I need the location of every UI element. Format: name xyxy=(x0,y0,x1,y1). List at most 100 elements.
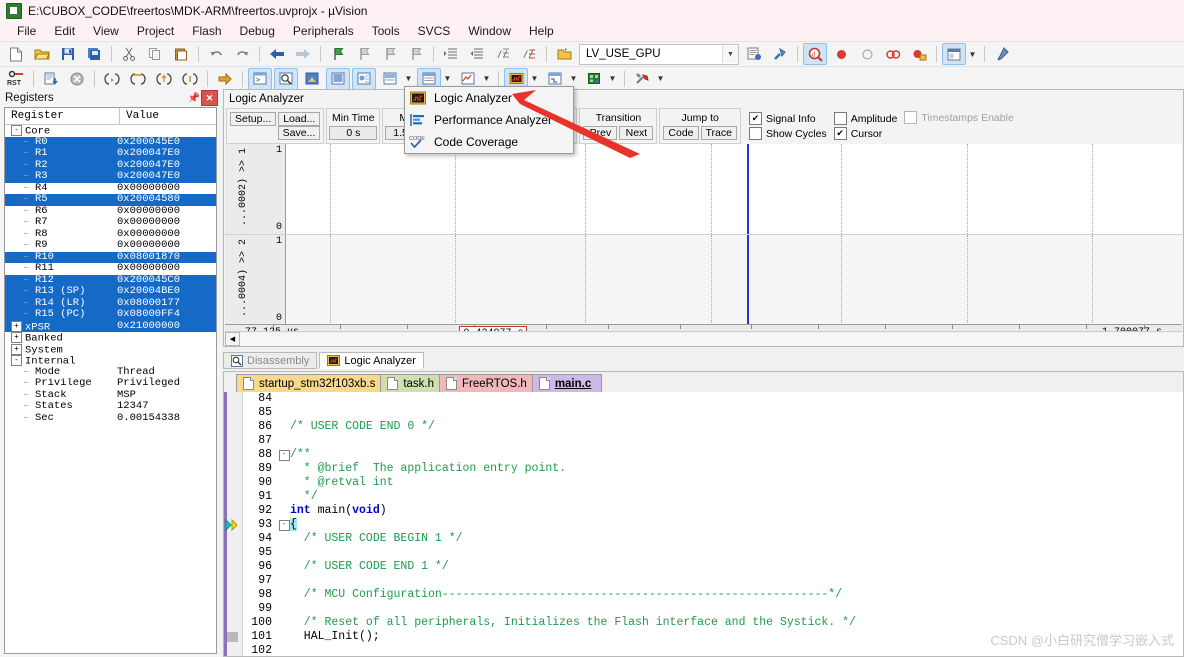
menu-item-help[interactable]: Help xyxy=(520,22,563,40)
stop-icon[interactable] xyxy=(65,68,89,90)
menu-item-window[interactable]: Window xyxy=(459,22,520,40)
menu-item-file[interactable]: File xyxy=(8,22,45,40)
save-button[interactable]: Save... xyxy=(277,126,321,140)
collapse-toggle-icon[interactable]: - xyxy=(11,125,22,136)
code-line[interactable]: 90 * @retval int xyxy=(224,476,1183,490)
register-row[interactable]: - Internal xyxy=(5,355,216,367)
chevron-down-icon[interactable]: ▼ xyxy=(722,45,738,63)
register-row[interactable]: – R5 0x20004580 xyxy=(5,193,216,206)
line-marker[interactable] xyxy=(224,616,242,630)
new-file-icon[interactable] xyxy=(4,43,28,65)
checkbox-show-cycles[interactable]: Show Cycles xyxy=(748,126,827,141)
line-marker[interactable] xyxy=(224,560,242,574)
code-line[interactable]: 85 xyxy=(224,406,1183,420)
undo-icon[interactable] xyxy=(204,43,228,65)
file-tab[interactable]: task.h xyxy=(380,374,446,392)
register-row[interactable]: – States 12347 xyxy=(5,400,216,413)
breakpoint-kill-all-icon[interactable] xyxy=(881,43,905,65)
configuration-wizard-icon[interactable] xyxy=(990,43,1014,65)
comment-icon[interactable]: // xyxy=(491,43,515,65)
code-line[interactable]: 94 /* USER CODE BEGIN 1 */ xyxy=(224,532,1183,546)
navigate-forward-icon[interactable] xyxy=(291,43,315,65)
close-icon[interactable]: ✕ xyxy=(201,90,218,106)
code-line[interactable]: 98 /* MCU Configuration-----------------… xyxy=(224,588,1183,602)
menu-item-performance-analyzer[interactable]: Performance Analyzer xyxy=(405,109,573,131)
register-row[interactable]: – R1 0x200047E0 xyxy=(5,147,216,160)
line-marker[interactable] xyxy=(224,392,242,406)
register-row[interactable]: – R7 0x00000000 xyxy=(5,216,216,229)
menu-item-logic-analyzer[interactable]: Logic Analyzer xyxy=(405,87,573,109)
disassembly-window-icon[interactable] xyxy=(274,67,298,90)
register-row[interactable]: + xPSR 0x21000000 xyxy=(5,320,216,332)
line-marker[interactable] xyxy=(224,602,242,616)
menu-item-debug[interactable]: Debug xyxy=(231,22,284,40)
cursor-line[interactable] xyxy=(746,144,749,234)
breakpoint-disable-all-icon[interactable] xyxy=(907,43,931,65)
fold-toggle-icon[interactable]: - xyxy=(278,518,290,532)
code-area[interactable]: 84 85 86/* USER CODE END 0 */87 88-/** 89 * … xyxy=(224,392,1183,656)
menu-item-tools[interactable]: Tools xyxy=(363,22,409,40)
bookmark-toggle-icon[interactable] xyxy=(326,43,350,65)
waveform-area[interactable]: ...0002) >> 1 1 0 ...0004) >> 2 1 0 xyxy=(225,144,1182,326)
signal-1-plot[interactable] xyxy=(285,144,1182,234)
checkbox-cursor[interactable]: ✔ Cursor xyxy=(833,126,898,141)
menu-item-flash[interactable]: Flash xyxy=(183,22,230,40)
register-row[interactable]: – R8 0x00000000 xyxy=(5,228,216,241)
call-stack-window-icon[interactable] xyxy=(352,67,376,90)
register-row[interactable]: – Privilege Privileged xyxy=(5,377,216,390)
next-button[interactable]: Next xyxy=(619,126,654,140)
scroll-left-icon[interactable]: ◀ xyxy=(225,331,240,346)
register-row[interactable]: – R3 0x200047E0 xyxy=(5,170,216,183)
menu-item-project[interactable]: Project xyxy=(128,22,183,40)
register-row[interactable]: – R13 (SP) 0x20004BE0 xyxy=(5,285,216,298)
signal-row-2[interactable]: ...0004) >> 2 1 0 xyxy=(225,235,1182,326)
tab-disassembly[interactable]: Disassembly xyxy=(223,352,318,369)
register-row[interactable]: – R4 0x00000000 xyxy=(5,182,216,195)
logic-analyzer-hscrollbar[interactable]: ◀ xyxy=(225,331,1182,346)
register-row[interactable]: – R12 0x200045C0 xyxy=(5,274,216,286)
run-to-main-icon[interactable] xyxy=(39,68,63,90)
line-marker[interactable] xyxy=(224,588,242,602)
target-select[interactable]: LV_USE_GPU ▼ xyxy=(579,43,739,65)
checkbox-amplitude[interactable]: Amplitude xyxy=(833,111,897,126)
code-line[interactable]: 100 /* Reset of all peripherals, Initial… xyxy=(224,616,1183,630)
register-window-icon[interactable] xyxy=(326,67,350,90)
run-to-cursor-icon[interactable] xyxy=(178,68,202,90)
line-marker[interactable] xyxy=(224,490,242,504)
target-options-icon[interactable] xyxy=(552,43,576,65)
navigate-back-icon[interactable] xyxy=(265,43,289,65)
code-line[interactable]: 93-{ xyxy=(224,518,1183,532)
system-viewer-caret-icon[interactable]: ▼ xyxy=(607,69,618,89)
line-marker[interactable] xyxy=(224,406,242,420)
save-all-icon[interactable] xyxy=(82,43,106,65)
register-row[interactable]: – R2 0x200047E0 xyxy=(5,159,216,171)
indent-icon[interactable] xyxy=(439,43,463,65)
command-window-icon[interactable]: > xyxy=(248,67,272,90)
breakpoint-disable-icon[interactable] xyxy=(855,43,879,65)
watch-window-icon[interactable] xyxy=(378,68,402,90)
register-row[interactable]: – R9 0x00000000 xyxy=(5,239,216,252)
register-row[interactable]: – Sec 0.00154338 xyxy=(5,412,216,425)
menu-item-peripherals[interactable]: Peripherals xyxy=(284,22,363,40)
checkbox-timestamps-enable[interactable]: Timestamps Enable xyxy=(904,110,1014,125)
system-viewer-icon[interactable] xyxy=(582,68,606,90)
menu-item-svcs[interactable]: SVCS xyxy=(409,22,460,40)
cursor-line[interactable] xyxy=(746,235,749,325)
breakpoint-icon[interactable] xyxy=(829,43,853,65)
step-out-icon[interactable] xyxy=(152,68,176,90)
save-icon[interactable] xyxy=(56,43,80,65)
menu-item-code-coverage[interactable]: CODE Code Coverage xyxy=(405,131,573,153)
step-over-icon[interactable] xyxy=(126,68,150,90)
tools-caret-icon[interactable]: ▼ xyxy=(655,69,666,89)
line-marker[interactable] xyxy=(224,504,242,518)
expand-toggle-icon[interactable]: + xyxy=(11,332,22,343)
register-row[interactable]: – R6 0x00000000 xyxy=(5,205,216,218)
line-marker[interactable] xyxy=(224,476,242,490)
code-line[interactable]: 88-/** xyxy=(224,448,1183,462)
window-layout-caret-icon[interactable]: ▼ xyxy=(967,44,978,64)
register-row[interactable]: - Core xyxy=(5,125,216,137)
code-line[interactable]: 97 xyxy=(224,574,1183,588)
line-marker[interactable] xyxy=(224,462,242,476)
build-icon[interactable] xyxy=(768,43,792,65)
bookmark-prev-icon[interactable] xyxy=(352,43,376,65)
